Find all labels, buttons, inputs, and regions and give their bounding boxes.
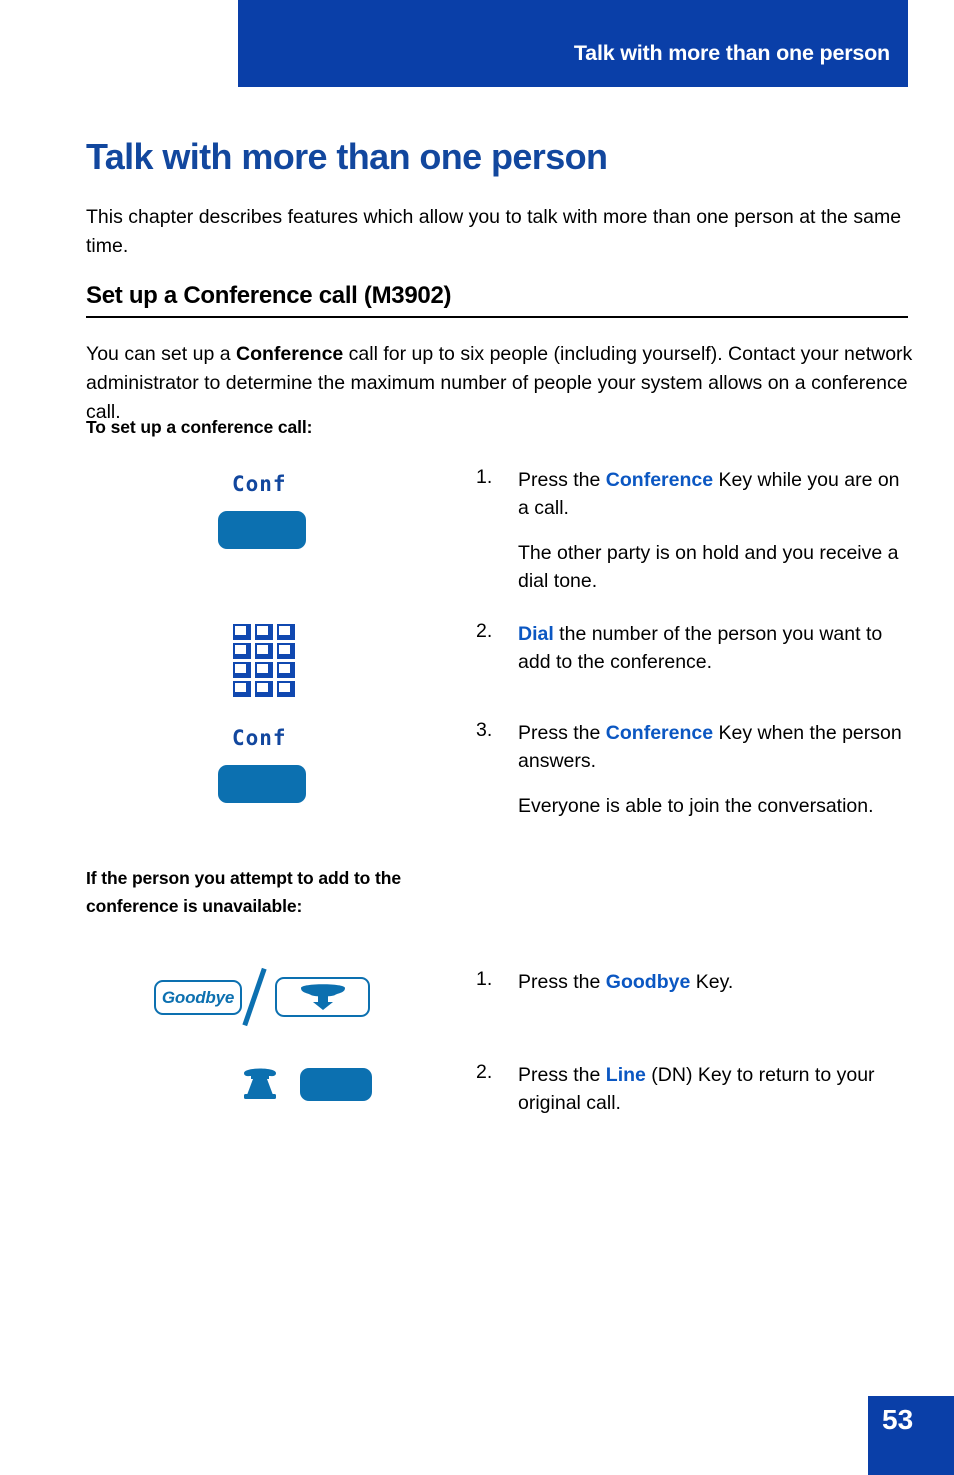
dialpad-key: [255, 643, 273, 659]
step-number: 2.: [476, 1061, 493, 1083]
step-item: 1. Press the Conference Key while you ar…: [476, 466, 906, 595]
step-text: Press the Conference Key while you are o…: [518, 466, 906, 522]
step-note: The other party is on hold and you recei…: [518, 542, 899, 592]
step-text: Press the Goodbye Key.: [518, 968, 906, 996]
step-text: Press the Line (DN) Key to return to you…: [518, 1061, 906, 1117]
step-text-trail: Key.: [690, 971, 734, 993]
page-title: Talk with more than one person: [86, 136, 608, 178]
page-header-banner: Talk with more than one person: [238, 0, 908, 87]
step-key-name: Conference: [605, 469, 714, 491]
dialpad-key: [255, 681, 273, 697]
dialpad-icon[interactable]: [233, 624, 295, 697]
intro-paragraph: This chapter describes features which al…: [86, 205, 902, 257]
step-text-lead: Press the: [518, 722, 606, 744]
step-number: 1.: [476, 968, 493, 990]
alt-procedure-intro-heading: If the person you attempt to add to the …: [86, 868, 401, 916]
section-body-paragraph: You can set up a Conference call for up …: [86, 340, 918, 427]
conf-softkey-label-1: Conf: [232, 472, 287, 496]
dialpad-key: [233, 662, 251, 678]
step-item: 3. Press the Conference Key when the per…: [476, 719, 906, 820]
step-number: 1.: [476, 466, 493, 488]
step-number: 2.: [476, 620, 493, 642]
step-key-name: Conference: [605, 722, 714, 744]
handset-hangup-icon: [300, 984, 345, 1010]
conference-key-button-2[interactable]: [218, 765, 306, 803]
page-number-block: 53: [868, 1396, 954, 1475]
goodbye-key-label: Goodbye: [161, 987, 235, 1007]
dialpad-key: [277, 643, 295, 659]
goodbye-key-button[interactable]: Goodbye: [154, 980, 242, 1015]
step-text-lead: Press the: [518, 1064, 606, 1086]
step-text-lead: Press the: [518, 469, 606, 491]
dialpad-key: [233, 643, 251, 659]
dialpad-key: [277, 662, 295, 678]
dialpad-key: [233, 624, 251, 640]
dialpad-key: [255, 624, 273, 640]
conference-key-button-1[interactable]: [218, 511, 306, 549]
dialpad-key: [233, 681, 251, 697]
step-note: Everyone is able to join the conversatio…: [518, 795, 874, 817]
step-text: Press the Conference Key when the person…: [518, 719, 906, 775]
body-text-emphasis: Conference: [235, 342, 344, 365]
line-key-button[interactable]: [300, 1068, 372, 1101]
page-number: 53: [882, 1404, 914, 1435]
dialpad-key: [277, 681, 295, 697]
procedure-intro-heading: To set up a conference call:: [86, 417, 313, 437]
desk-phone-icon: [244, 1068, 276, 1099]
step-item: 1. Press the Goodbye Key.: [476, 968, 906, 996]
step-text: Dial the number of the person you want t…: [518, 620, 906, 676]
step-key-name: Dial: [518, 623, 554, 645]
step-text-lead: Press the: [518, 971, 606, 993]
step-item: 2. Press the Line (DN) Key to return to …: [476, 1061, 906, 1117]
dialpad-key: [277, 624, 295, 640]
conf-softkey-label-2: Conf: [232, 726, 287, 750]
running-header-title: Talk with more than one person: [573, 41, 890, 65]
body-text-lead: You can set up a: [86, 342, 236, 365]
step-item: 2. Dial the number of the person you wan…: [476, 620, 906, 676]
dialpad-key: [255, 662, 273, 678]
section-heading: Set up a Conference call (M3902): [86, 282, 908, 318]
step-key-name: Goodbye: [605, 971, 691, 993]
step-key-name: Line: [605, 1064, 646, 1086]
or-slash-divider: [242, 967, 267, 1027]
handset-hangup-key-button[interactable]: [275, 977, 370, 1017]
step-number: 3.: [476, 719, 493, 741]
step-text-trail: the number of the person you want to add…: [518, 623, 883, 673]
